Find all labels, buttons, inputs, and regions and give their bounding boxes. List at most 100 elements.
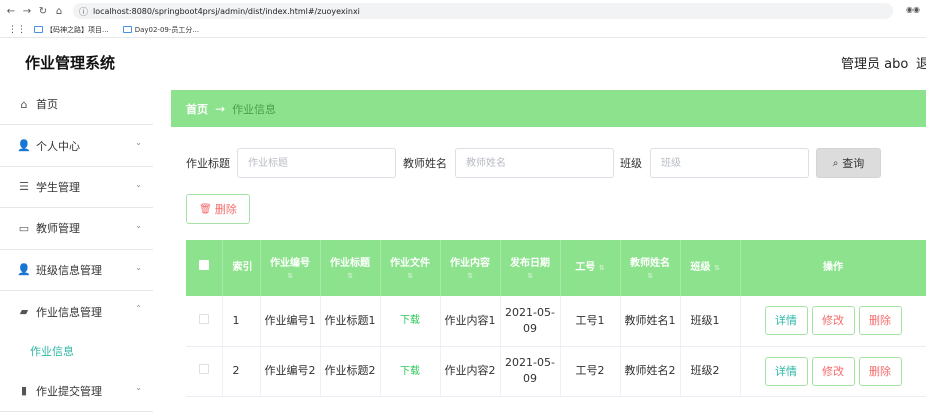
- title-label: 作业标题: [186, 157, 230, 170]
- homework-table: 索引 作业编号 ⇅ 作业标题 ⇅ 作业文件 ⇅ 作业内容 ⇅ 发布日期 ⇅ 工号 ⇅ 教师…: [186, 240, 926, 400]
- sidebar-item-label: 教师管理: [36, 222, 80, 236]
- table-row: 1 作业编号1 作业标题1 下载 作业内容1 2021-05-09 工号1 教师…: [186, 296, 926, 347]
- table-row: 2 作业编号2 作业标题2 下载 作业内容2 2021-05-09 工号2 教师…: [186, 346, 926, 397]
- col-header-label: 作业文件: [390, 258, 430, 269]
- select-all-checkbox[interactable]: [198, 260, 209, 270]
- sidebar-item-home[interactable]: ⌂ 首页: [0, 84, 153, 126]
- sidebar-item-submissions[interactable]: ▮ 作业提交管理 ⌄: [0, 370, 153, 412]
- reload-icon[interactable]: ↻: [35, 6, 51, 17]
- col-header-index: 索引: [222, 240, 261, 296]
- cell-teacher: 教师姓名2: [620, 346, 681, 397]
- detail-button[interactable]: 详情: [764, 356, 808, 386]
- chevron-down-icon: ⌄: [135, 221, 142, 231]
- breadcrumb-home[interactable]: 首页: [186, 101, 208, 117]
- bookmark-label: Day02-09-员工分...: [134, 25, 200, 34]
- list-icon: ☰: [19, 180, 29, 194]
- delete-button[interactable]: 删除: [858, 306, 902, 336]
- bookmark-page-icon: [34, 26, 43, 33]
- edit-button[interactable]: 修改: [811, 306, 855, 336]
- detail-button[interactable]: 详情: [764, 306, 808, 336]
- logout-link[interactable]: 退: [916, 53, 926, 72]
- sidebar-item-classes[interactable]: 👤 班级信息管理 ⌄: [0, 250, 153, 291]
- incognito-icon[interactable]: ◉◉: [906, 5, 920, 14]
- search-icon: ⌕: [832, 157, 839, 169]
- home-icon: ⌂: [20, 97, 28, 111]
- sort-icon[interactable]: ⇅: [714, 264, 720, 272]
- batch-delete-label: 删除: [214, 203, 237, 216]
- sidebar-item-profile[interactable]: 👤 个人中心 ⌄: [0, 125, 153, 167]
- col-header-label: 作业编号: [270, 258, 310, 269]
- cell-no: 作业编号2: [260, 346, 321, 397]
- title-search-input[interactable]: [237, 148, 396, 178]
- sidebar-subitem-homework-info[interactable]: 作业信息: [0, 332, 153, 370]
- user-icon: 👤: [17, 139, 31, 153]
- bookmark-item[interactable]: 【码神之路】项目...: [34, 25, 109, 35]
- cell-teacher: 教师姓名1: [620, 296, 681, 347]
- batch-delete-button[interactable]: 🗑 删除: [186, 194, 250, 224]
- teacher-label: 教师姓名: [403, 157, 447, 170]
- search-button-label: 查询: [842, 157, 865, 170]
- col-header-content[interactable]: 作业内容 ⇅: [440, 240, 501, 296]
- back-icon[interactable]: ←: [3, 6, 19, 17]
- cell-title: 作业标题2: [320, 346, 381, 397]
- col-header-teacher[interactable]: 教师姓名 ⇅: [620, 240, 681, 296]
- col-header-label: 发布日期: [510, 258, 550, 269]
- cell-job-no: 工号1: [560, 296, 621, 347]
- col-header-file[interactable]: 作业文件 ⇅: [380, 240, 441, 296]
- select-all-cell[interactable]: [186, 240, 223, 296]
- search-button[interactable]: ⌕ 查询: [816, 148, 881, 178]
- sidebar-item-students[interactable]: ☰ 学生管理 ⌄: [0, 167, 153, 209]
- col-header-job-no[interactable]: 工号 ⇅: [560, 240, 621, 296]
- app-header: 作业管理系统 管理员 abo 退: [0, 38, 926, 84]
- sort-icon[interactable]: ⇅: [263, 272, 318, 280]
- sort-icon[interactable]: ⇅: [323, 272, 378, 280]
- table-header-row: 索引 作业编号 ⇅ 作业标题 ⇅ 作业文件 ⇅ 作业内容 ⇅ 发布日期 ⇅ 工号 ⇅ 教师…: [186, 240, 926, 296]
- col-header-date[interactable]: 发布日期 ⇅: [500, 240, 561, 296]
- sidebar-item-label: 学生管理: [36, 180, 80, 194]
- sort-icon[interactable]: ⇅: [443, 272, 498, 280]
- col-header-label: 工号: [575, 262, 596, 273]
- sidebar-item-label: 首页: [36, 98, 58, 112]
- sidebar-item-homework[interactable]: ▰ 作业信息管理 ⌃: [0, 291, 153, 332]
- sidebar-item-label: 班级信息管理: [36, 263, 102, 277]
- teacher-search-input[interactable]: [455, 148, 614, 178]
- edit-button[interactable]: 修改: [811, 356, 855, 386]
- sort-icon[interactable]: ⇅: [599, 264, 605, 272]
- breadcrumb: 首页 → 作业信息: [171, 90, 926, 127]
- cell-ops: 详情 修改 删除: [740, 346, 926, 397]
- cell-title: 作业标题1: [320, 296, 381, 347]
- col-header-label: 作业内容: [450, 258, 490, 269]
- address-bar[interactable]: ⓘ localhost:8080/springboot4prsj/admin/d…: [73, 3, 893, 19]
- search-form: 作业标题 教师姓名 班级 ⌕ 查询: [186, 148, 881, 178]
- cell-date: 2021-05-09: [500, 296, 561, 347]
- class-search-input[interactable]: [650, 148, 809, 178]
- row-select-cell[interactable]: [186, 296, 223, 347]
- col-header-class[interactable]: 班级 ⇅: [680, 240, 741, 296]
- sort-icon[interactable]: ⇅: [623, 272, 678, 280]
- row-checkbox[interactable]: [198, 313, 209, 324]
- sidebar-item-label: 作业提交管理: [36, 384, 102, 398]
- col-header-title[interactable]: 作业标题 ⇅: [320, 240, 381, 296]
- bookmarks-bar: ⋮⋮ 【码神之路】项目... Day02-09-员工分...: [0, 22, 926, 38]
- download-link[interactable]: 下载: [400, 366, 420, 377]
- row-checkbox[interactable]: [198, 364, 209, 374]
- chevron-down-icon: ⌄: [135, 179, 142, 189]
- sidebar-item-teachers[interactable]: ▭ 教师管理 ⌄: [0, 208, 153, 250]
- download-link[interactable]: 下载: [400, 315, 420, 326]
- sort-icon[interactable]: ⇅: [503, 272, 558, 280]
- row-select-cell[interactable]: [186, 346, 223, 397]
- sidebar-item-label: 作业信息管理: [36, 305, 102, 319]
- apps-grid-icon[interactable]: ⋮⋮: [8, 25, 26, 35]
- home-icon[interactable]: ⌂: [51, 6, 67, 17]
- col-header-label: 作业标题: [330, 258, 370, 269]
- admin-user: 管理员 abo: [841, 57, 909, 72]
- bookmark-item[interactable]: Day02-09-员工分...: [122, 25, 200, 35]
- cell-ops: 详情 修改 删除: [740, 296, 926, 347]
- col-header-no[interactable]: 作业编号 ⇅: [260, 240, 321, 296]
- delete-button[interactable]: 删除: [858, 356, 902, 386]
- site-info-icon[interactable]: ⓘ: [79, 5, 88, 18]
- sort-icon[interactable]: ⇅: [383, 272, 438, 280]
- forward-icon[interactable]: →: [19, 6, 35, 17]
- bookmark-page-icon: [122, 26, 132, 33]
- cell-class: 班级2: [680, 346, 741, 397]
